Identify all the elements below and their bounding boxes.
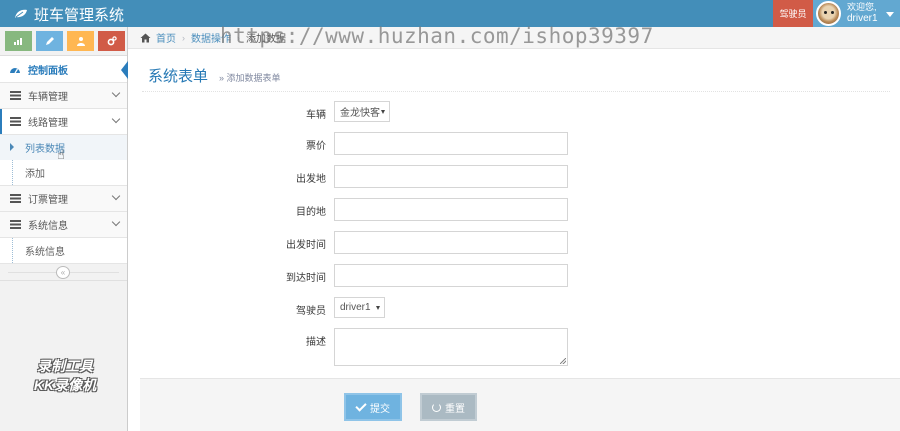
sidebar-shortcuts [0,27,127,56]
chevron-down-icon [111,114,121,124]
caret-down-icon [886,12,894,17]
username: driver1 [847,13,878,24]
reset-button-label: 重置 [445,403,465,415]
arrive-time-label: 到达时间 [286,273,326,284]
reset-button[interactable]: 重置 [420,393,477,421]
collapse-icon[interactable]: « [56,266,70,279]
sub-item-route-add[interactable]: 添加 [0,160,127,185]
destination-input[interactable] [334,198,568,221]
app-title: 班车管理系统 [34,6,125,24]
sidebar: 控制面板 车辆管理 线路管理 列表数据 ☝ 添加 订票管理 系统信息 系统信息 [0,27,128,431]
sidebar-collapse: « [0,264,127,281]
sub-item-system-info[interactable]: 系统信息 [0,238,127,263]
price-input[interactable] [334,132,568,155]
resize-grip-icon[interactable] [560,358,566,364]
sidebar-item-booking[interactable]: 订票管理 [0,186,127,212]
leaf-icon [15,9,27,18]
sidebar-item-label: 线路管理 [28,118,68,129]
undo-icon [432,402,441,412]
form-row-departure: 出发地 [140,165,900,189]
form-row-description: 描述 [140,328,900,366]
driver-select-value: driver1 [340,302,371,313]
description-textarea[interactable] [334,328,568,366]
dashboard-icon [9,65,21,74]
sidebar-item-label: 订票管理 [28,195,68,206]
cogs-icon[interactable] [98,31,125,51]
description-label: 描述 [306,337,326,348]
destination-label: 目的地 [296,207,326,218]
page-subtitle: » 添加数据表单 [219,73,281,83]
chevron-down-icon [111,191,121,201]
vehicle-select[interactable]: 金龙快客 [334,101,390,122]
depart-time-input[interactable] [334,231,568,254]
user-menu[interactable]: 欢迎您, driver1 [813,0,900,27]
sub-item-label: 系统信息 [25,247,65,258]
pencil-icon[interactable] [36,31,63,51]
list-icon [9,220,21,229]
form-row-vehicle: 车辆 金龙快客 [140,101,900,125]
check-icon [355,399,367,412]
breadcrumb-home[interactable]: 首页 [156,30,176,45]
select-arrow-icon [381,110,385,114]
sidebar-item-system[interactable]: 系统信息 [0,212,127,238]
page-header: 系统表单 » 添加数据表单 [142,58,890,92]
form-actions: 提交 重置 [140,378,900,431]
home-icon [140,33,151,42]
form-row-price: 票价 [140,132,900,156]
sidebar-item-vehicles[interactable]: 车辆管理 [0,83,127,109]
welcome-text: 欢迎您, [847,2,877,12]
list-icon [9,194,21,203]
sidebar-item-label: 系统信息 [28,221,68,232]
sidebar-item-routes[interactable]: 线路管理 [0,109,127,135]
url-watermark: https://www.huzhan.com/ishop39397 [220,24,654,48]
depart-time-label: 出发时间 [286,240,326,251]
select-arrow-icon [376,306,380,310]
form-row-depart-time: 出发时间 [140,231,900,255]
breadcrumb-separator: › [182,32,185,43]
driver-select[interactable]: driver1 [334,297,385,318]
recorder-line-1: 录制工具 [37,358,93,374]
recorder-line-2: KK录像机 [33,377,97,393]
list-icon [9,117,21,126]
departure-label: 出发地 [296,174,326,185]
vehicle-select-value: 金龙快客 [340,108,380,119]
role-badge[interactable]: 驾驶员 [773,0,813,27]
arrive-time-input[interactable] [334,264,568,287]
price-label: 票价 [306,141,326,152]
sidebar-item-label: 车辆管理 [28,92,68,103]
vehicle-label: 车辆 [306,110,326,121]
users-icon[interactable] [67,31,94,51]
form-row-driver: 驾驶员 driver1 [140,297,900,321]
submit-button[interactable]: 提交 [344,393,402,421]
departure-input[interactable] [334,165,568,188]
chevron-down-icon [111,88,121,98]
page-title: 系统表单 [148,68,209,85]
system-submenu: 系统信息 [0,238,127,264]
sidebar-item-label: 控制面板 [28,65,68,77]
form-row-arrive-time: 到达时间 [140,264,900,288]
signal-icon[interactable] [5,31,32,51]
app-brand[interactable]: 班车管理系统 [14,4,124,24]
chevron-down-icon [111,217,121,227]
sub-item-label: 添加 [25,169,45,180]
driver-label: 驾驶员 [296,306,326,317]
sidebar-item-dashboard[interactable]: 控制面板 [0,56,128,83]
form-row-destination: 目的地 [140,198,900,222]
submit-button-label: 提交 [370,403,390,415]
recorder-watermark: 录制工具 KK录像机 [20,357,110,395]
sub-item-route-list[interactable]: 列表数据 ☝ [0,135,127,162]
avatar [816,1,841,26]
top-navbar: 班车管理系统 驾驶员 欢迎您, driver1 [0,0,900,27]
routes-submenu: 列表数据 ☝ 添加 [0,135,127,186]
list-icon [9,91,21,100]
caret-right-icon [10,143,14,151]
